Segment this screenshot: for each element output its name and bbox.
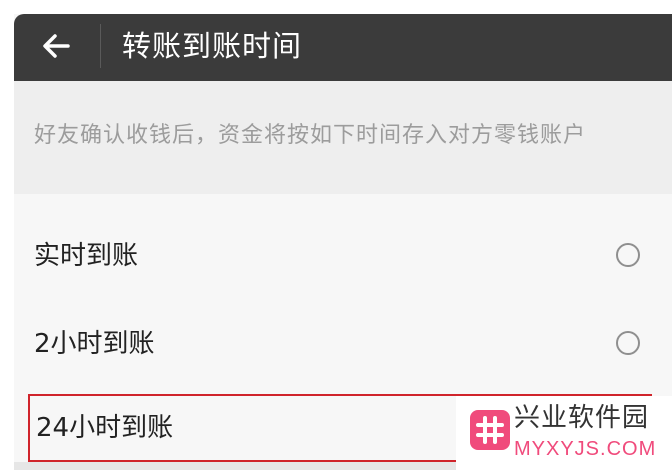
header-divider (100, 24, 101, 68)
watermark: 兴业软件园 MYXYJS.COM (456, 396, 672, 470)
option-label: 2小时到账 (34, 329, 155, 359)
option-realtime[interactable]: 实时到账 (14, 212, 672, 300)
page-title: 转账到账时间 (122, 29, 303, 63)
notice-text: 好友确认收钱后，资金将按如下时间存入对方零钱账户 (34, 123, 587, 148)
arrow-left-icon (43, 34, 70, 58)
hash-logo-icon (470, 410, 510, 450)
option-2-hours[interactable]: 2小时到账 (14, 300, 672, 388)
watermark-title: 兴业软件园 (514, 403, 650, 433)
back-button[interactable] (32, 22, 80, 70)
radio-button[interactable] (616, 331, 640, 355)
option-label: 24小时到账 (36, 413, 174, 443)
top-bar: 转账到账时间 (14, 14, 672, 81)
notice-section: 好友确认收钱后，资金将按如下时间存入对方零钱账户 (14, 81, 672, 194)
watermark-url: MYXYJS.COM (514, 438, 657, 460)
option-label: 实时到账 (34, 241, 139, 271)
radio-button[interactable] (616, 243, 640, 267)
